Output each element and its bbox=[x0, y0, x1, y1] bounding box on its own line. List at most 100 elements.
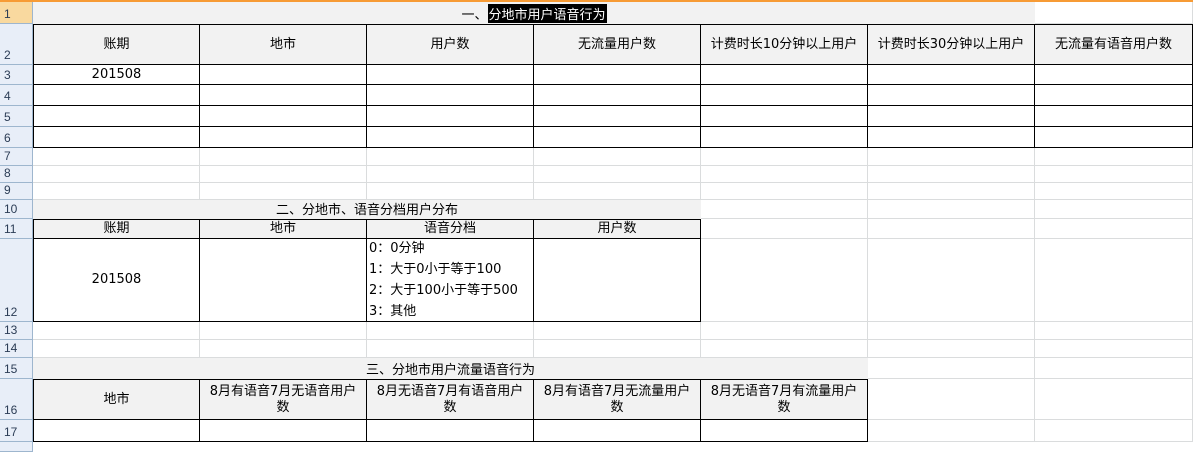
cell[interactable] bbox=[200, 340, 367, 358]
row-header[interactable]: 14 bbox=[0, 340, 33, 358]
cell[interactable] bbox=[1035, 106, 1193, 127]
cell[interactable] bbox=[534, 106, 701, 127]
cell[interactable] bbox=[534, 239, 701, 322]
row-header[interactable]: 4 bbox=[0, 85, 33, 106]
cell[interactable] bbox=[200, 127, 367, 148]
row-header[interactable]: 2 bbox=[0, 24, 33, 65]
cell[interactable] bbox=[534, 340, 701, 358]
cell[interactable] bbox=[1035, 65, 1193, 85]
row-header[interactable]: 12 bbox=[0, 239, 33, 322]
cell[interactable] bbox=[868, 379, 1035, 420]
section2-title[interactable]: 二、分地市、语音分档用户分布 bbox=[33, 200, 701, 219]
cell[interactable] bbox=[534, 322, 701, 340]
cell[interactable] bbox=[200, 420, 367, 442]
cell[interactable] bbox=[1035, 420, 1193, 442]
cell[interactable] bbox=[701, 106, 868, 127]
row-header[interactable]: 8 bbox=[0, 166, 33, 183]
cell[interactable] bbox=[1035, 358, 1193, 379]
cell[interactable] bbox=[534, 85, 701, 106]
cell[interactable] bbox=[868, 65, 1035, 85]
cell[interactable] bbox=[701, 219, 868, 239]
row-header[interactable]: 13 bbox=[0, 322, 33, 340]
section1-title[interactable]: 一、 分地市用户语音行为 bbox=[33, 2, 1035, 24]
header-period[interactable]: 账期 bbox=[33, 219, 200, 239]
cell[interactable] bbox=[868, 166, 1035, 183]
cell[interactable] bbox=[200, 239, 367, 322]
header-city[interactable]: 地市 bbox=[33, 379, 200, 420]
row-header[interactable]: 5 bbox=[0, 106, 33, 127]
cell[interactable] bbox=[534, 183, 701, 200]
cell[interactable] bbox=[200, 85, 367, 106]
header-voice-tier[interactable]: 语音分档 bbox=[367, 219, 534, 239]
cell-voice-tiers[interactable]: 0：0分钟 1：大于0小于等于100 2：大于100小于等于500 3：其他 bbox=[367, 239, 534, 322]
cell[interactable] bbox=[33, 322, 200, 340]
cell[interactable] bbox=[868, 148, 1035, 166]
cell[interactable] bbox=[701, 322, 868, 340]
header-aug-voice-jul-novoice[interactable]: 8月有语音7月无语音用户数 bbox=[200, 379, 367, 420]
cell[interactable] bbox=[200, 183, 367, 200]
cell[interactable] bbox=[1035, 166, 1193, 183]
row-header[interactable]: 1 bbox=[0, 2, 33, 24]
header-aug-voice-jul-notraffic[interactable]: 8月有语音7月无流量用户数 bbox=[534, 379, 701, 420]
cell[interactable] bbox=[1035, 379, 1193, 420]
row-header[interactable]: 7 bbox=[0, 148, 33, 166]
cell[interactable] bbox=[701, 127, 868, 148]
row-header[interactable]: 16 bbox=[0, 379, 33, 420]
cell[interactable] bbox=[1035, 127, 1193, 148]
cell[interactable] bbox=[1035, 148, 1193, 166]
cell[interactable] bbox=[701, 166, 868, 183]
spreadsheet-grid[interactable]: 1 2 3 4 5 6 7 8 9 10 11 12 13 14 15 16 1… bbox=[0, 0, 1193, 454]
cell[interactable] bbox=[1035, 340, 1193, 358]
cell[interactable] bbox=[33, 148, 200, 166]
row-header[interactable]: 10 bbox=[0, 200, 33, 219]
cell[interactable] bbox=[33, 166, 200, 183]
cell[interactable] bbox=[534, 420, 701, 442]
cell[interactable] bbox=[868, 106, 1035, 127]
cell[interactable] bbox=[1035, 2, 1193, 24]
cell[interactable] bbox=[534, 148, 701, 166]
header-users[interactable]: 用户数 bbox=[534, 219, 701, 239]
cell[interactable] bbox=[701, 200, 868, 219]
cell[interactable] bbox=[1035, 239, 1193, 322]
cell[interactable] bbox=[367, 65, 534, 85]
cell[interactable] bbox=[200, 166, 367, 183]
cell[interactable] bbox=[701, 239, 868, 322]
cell[interactable] bbox=[33, 127, 200, 148]
row-header[interactable]: 9 bbox=[0, 183, 33, 200]
cell[interactable] bbox=[534, 127, 701, 148]
cell[interactable] bbox=[367, 106, 534, 127]
cell[interactable] bbox=[701, 65, 868, 85]
cell[interactable] bbox=[1035, 183, 1193, 200]
cell[interactable] bbox=[367, 322, 534, 340]
cell[interactable] bbox=[33, 340, 200, 358]
cell[interactable] bbox=[367, 127, 534, 148]
cell[interactable] bbox=[33, 106, 200, 127]
cell[interactable] bbox=[534, 166, 701, 183]
header-city[interactable]: 地市 bbox=[200, 24, 367, 65]
row-header[interactable]: 3 bbox=[0, 65, 33, 85]
row-header[interactable]: 15 bbox=[0, 358, 33, 379]
cell[interactable] bbox=[33, 183, 200, 200]
row-header[interactable] bbox=[0, 442, 33, 452]
cell[interactable] bbox=[868, 239, 1035, 322]
cell[interactable] bbox=[200, 65, 367, 85]
header-billed-30min-users[interactable]: 计费时长30分钟以上用户 bbox=[868, 24, 1035, 65]
cell[interactable] bbox=[701, 420, 868, 442]
cell[interactable] bbox=[701, 148, 868, 166]
cell[interactable] bbox=[868, 322, 1035, 340]
cell[interactable] bbox=[367, 166, 534, 183]
cell[interactable] bbox=[868, 340, 1035, 358]
cell[interactable] bbox=[868, 219, 1035, 239]
cell[interactable] bbox=[868, 85, 1035, 106]
cell-period[interactable]: 201508 bbox=[33, 239, 200, 322]
cell[interactable] bbox=[367, 85, 534, 106]
cell[interactable] bbox=[701, 340, 868, 358]
header-no-traffic-voice-users[interactable]: 无流量有语音用户数 bbox=[1035, 24, 1193, 65]
cell[interactable] bbox=[367, 340, 534, 358]
header-city[interactable]: 地市 bbox=[200, 219, 367, 239]
cell-period[interactable]: 201508 bbox=[33, 65, 200, 85]
cell[interactable] bbox=[701, 85, 868, 106]
cell[interactable] bbox=[33, 85, 200, 106]
cell[interactable] bbox=[1035, 219, 1193, 239]
cell[interactable] bbox=[200, 322, 367, 340]
